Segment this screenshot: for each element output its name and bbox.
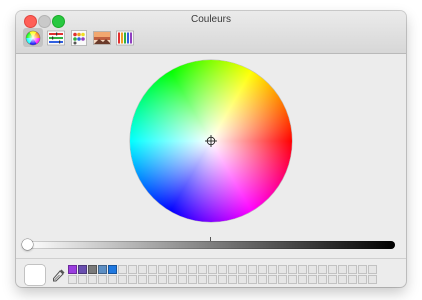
empty-swatch-slot[interactable] bbox=[118, 265, 127, 274]
saved-color-swatch[interactable] bbox=[68, 265, 77, 274]
empty-swatch-slot[interactable] bbox=[288, 275, 297, 284]
brightness-slider-knob[interactable] bbox=[22, 239, 33, 250]
empty-swatch-slot[interactable] bbox=[338, 265, 347, 274]
empty-swatch-slot[interactable] bbox=[268, 275, 277, 284]
empty-swatch-slot[interactable] bbox=[128, 275, 137, 284]
tab-color-palettes[interactable] bbox=[69, 28, 89, 47]
empty-swatch-slot[interactable] bbox=[358, 275, 367, 284]
empty-swatch-slot[interactable] bbox=[218, 275, 227, 284]
saved-color-swatch[interactable] bbox=[108, 265, 117, 274]
saved-color-swatch[interactable] bbox=[78, 265, 87, 274]
empty-swatch-slot[interactable] bbox=[148, 275, 157, 284]
empty-swatch-slot[interactable] bbox=[128, 265, 137, 274]
empty-swatch-slot[interactable] bbox=[238, 275, 247, 284]
window-title: Couleurs bbox=[190, 14, 232, 25]
empty-swatch-slot[interactable] bbox=[158, 265, 167, 274]
empty-swatch-slot[interactable] bbox=[168, 265, 177, 274]
empty-swatch-slot[interactable] bbox=[308, 275, 317, 284]
empty-swatch-slot[interactable] bbox=[208, 265, 217, 274]
empty-swatch-slot[interactable] bbox=[308, 265, 317, 274]
color-palettes-icon bbox=[71, 29, 87, 46]
empty-swatch-slot[interactable] bbox=[188, 265, 197, 274]
empty-swatch-slot[interactable] bbox=[228, 265, 237, 274]
empty-swatch-slot[interactable] bbox=[298, 265, 307, 274]
empty-swatch-slot[interactable] bbox=[298, 275, 307, 284]
empty-swatch-slot[interactable] bbox=[318, 275, 327, 284]
empty-swatch-slot[interactable] bbox=[228, 275, 237, 284]
empty-swatch-slot[interactable] bbox=[338, 275, 347, 284]
tab-image-palettes[interactable] bbox=[92, 28, 112, 47]
empty-swatch-slot[interactable] bbox=[68, 275, 77, 284]
empty-swatch-slot[interactable] bbox=[88, 275, 97, 284]
saved-color-swatch[interactable] bbox=[88, 265, 97, 274]
empty-swatch-slot[interactable] bbox=[278, 265, 287, 274]
eyedropper-icon[interactable] bbox=[52, 268, 66, 282]
empty-swatch-slot[interactable] bbox=[118, 275, 127, 284]
brightness-slider[interactable] bbox=[25, 241, 395, 249]
tab-pencils[interactable] bbox=[115, 28, 135, 47]
empty-swatch-slot[interactable] bbox=[368, 275, 377, 284]
empty-swatch-slot[interactable] bbox=[318, 265, 327, 274]
empty-swatch-slot[interactable] bbox=[108, 275, 117, 284]
empty-swatch-slot[interactable] bbox=[348, 275, 357, 284]
saved-color-swatch[interactable] bbox=[98, 265, 107, 274]
tab-color-wheel[interactable] bbox=[23, 28, 43, 47]
empty-swatch-slot[interactable] bbox=[358, 265, 367, 274]
color-sliders-icon bbox=[47, 30, 65, 45]
crosshair-icon[interactable] bbox=[205, 135, 217, 147]
empty-swatch-slot[interactable] bbox=[178, 275, 187, 284]
empty-swatch-slot[interactable] bbox=[208, 275, 217, 284]
empty-swatch-slot[interactable] bbox=[348, 265, 357, 274]
color-wheel-icon bbox=[25, 30, 41, 45]
empty-swatch-slot[interactable] bbox=[178, 265, 187, 274]
empty-swatch-slot[interactable] bbox=[258, 265, 267, 274]
empty-swatch-slot[interactable] bbox=[198, 265, 207, 274]
empty-swatch-slot[interactable] bbox=[268, 265, 277, 274]
empty-swatch-slot[interactable] bbox=[368, 265, 377, 274]
empty-swatch-slot[interactable] bbox=[238, 265, 247, 274]
empty-swatch-slot[interactable] bbox=[288, 265, 297, 274]
empty-swatch-slot[interactable] bbox=[138, 275, 147, 284]
empty-swatch-slot[interactable] bbox=[98, 275, 107, 284]
empty-swatch-slot[interactable] bbox=[278, 275, 287, 284]
empty-swatch-slot[interactable] bbox=[328, 275, 337, 284]
empty-swatch-slot[interactable] bbox=[138, 265, 147, 274]
empty-swatch-slot[interactable] bbox=[218, 265, 227, 274]
tab-color-sliders[interactable] bbox=[46, 28, 66, 47]
colors-window: Couleurs bbox=[16, 11, 406, 287]
current-color-swatch[interactable] bbox=[25, 265, 45, 285]
swatch-grid bbox=[68, 265, 377, 284]
empty-swatch-slot[interactable] bbox=[248, 265, 257, 274]
titlebar: Couleurs bbox=[16, 11, 406, 54]
empty-swatch-slot[interactable] bbox=[258, 275, 267, 284]
empty-swatch-slot[interactable] bbox=[328, 265, 337, 274]
empty-swatch-slot[interactable] bbox=[148, 265, 157, 274]
empty-swatch-slot[interactable] bbox=[248, 275, 257, 284]
divider bbox=[16, 258, 406, 259]
empty-swatch-slot[interactable] bbox=[188, 275, 197, 284]
pencils-icon bbox=[116, 30, 134, 45]
empty-swatch-slot[interactable] bbox=[168, 275, 177, 284]
color-picker-content bbox=[16, 54, 406, 287]
empty-swatch-slot[interactable] bbox=[78, 275, 87, 284]
empty-swatch-slot[interactable] bbox=[198, 275, 207, 284]
empty-swatch-slot[interactable] bbox=[158, 275, 167, 284]
image-palettes-icon bbox=[93, 30, 111, 45]
